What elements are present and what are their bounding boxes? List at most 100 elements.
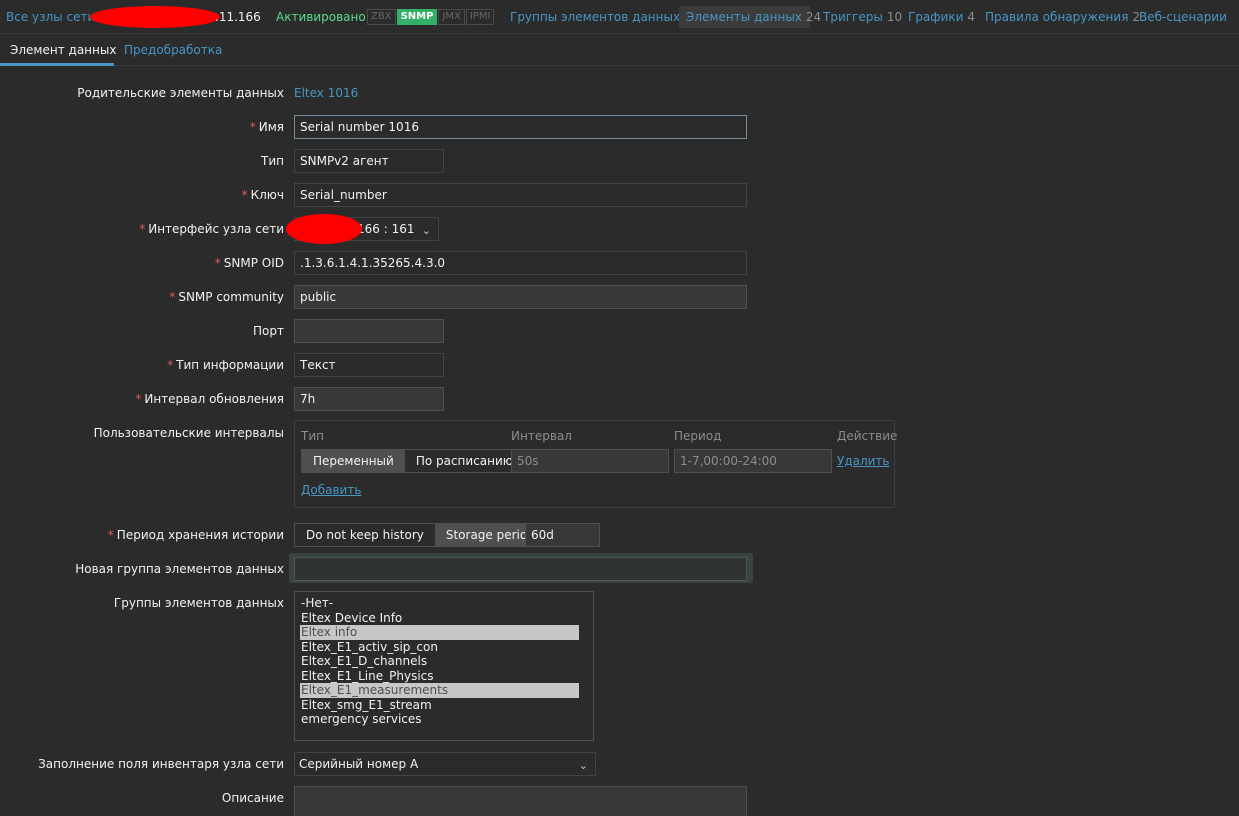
new-group-input[interactable] [294, 557, 747, 581]
all-hosts-link[interactable]: Все узлы сети [6, 10, 95, 24]
list-item[interactable]: Eltex_E1_Line_Physics [300, 669, 579, 684]
history-label-text: Период хранения истории [116, 528, 284, 542]
required-marker: * [167, 358, 174, 372]
col-type-header: Тип [301, 429, 324, 443]
tab-preprocessing[interactable]: Предобработка [124, 43, 222, 57]
flexible-option[interactable]: Переменный [302, 450, 405, 472]
snmp-community-input[interactable]: public [294, 285, 747, 309]
required-marker: * [139, 222, 146, 236]
custom-intervals-label: Пользовательские интервалы [93, 426, 284, 440]
custom-period-input[interactable]: 1-7,00:00-24:00 [674, 449, 832, 473]
nav-triggers-label: Триггеры [823, 10, 883, 24]
custom-interval-input[interactable]: 50s [511, 449, 669, 473]
redacted-interface-ip [286, 214, 362, 244]
snmp-community-label-text: SNMP community [178, 290, 284, 304]
required-marker: * [107, 528, 114, 542]
key-label: * Ключ [242, 188, 284, 202]
host-name-suffix[interactable]: .11.166 [215, 10, 261, 24]
tab-item[interactable]: Элемент данных [10, 43, 116, 57]
list-item[interactable]: Eltex Device Info [300, 611, 579, 626]
remove-interval-link[interactable]: Удалить [837, 454, 890, 468]
nav-items-count: 24 [805, 10, 822, 24]
ipmi-badge: IPMI [465, 9, 495, 25]
snmp-oid-label: * SNMP OID [215, 256, 284, 270]
info-type-label: * Тип информации [167, 358, 284, 372]
parent-item-link[interactable]: Eltex 1016 [294, 86, 358, 100]
inventory-label: Заполнение поля инвентаря узла сети [38, 757, 284, 771]
jmx-badge: JMX [438, 9, 465, 25]
name-label: * Имя [250, 120, 284, 134]
nav-web-scenarios[interactable]: Веб-сценарии [1139, 10, 1227, 24]
col-period-header: Период [674, 429, 722, 443]
interface-label-text: Интерфейс узла сети [148, 222, 284, 236]
name-label-text: Имя [258, 120, 284, 134]
nav-graphs-label: Графики [908, 10, 964, 24]
update-interval-input[interactable]: 7h [294, 387, 444, 411]
add-interval-link[interactable]: Добавить [301, 483, 361, 497]
required-marker: * [249, 120, 256, 134]
name-input[interactable]: Serial number 1016 [294, 115, 747, 139]
snmp-community-label: * SNMP community [169, 290, 284, 304]
groups-label: Группы элементов данных [113, 596, 284, 610]
form-tabs: Элемент данных Предобработка [0, 35, 1239, 66]
new-group-label: Новая группа элементов данных [75, 562, 284, 576]
interval-type-toggle: Переменный По расписанию [301, 449, 525, 473]
nav-discovery-label: Правила обнаружения [985, 10, 1129, 24]
redacted-host-name [90, 6, 220, 28]
list-item[interactable]: -Нет- [300, 596, 579, 611]
nav-app-groups[interactable]: Группы элементов данных8 [510, 10, 692, 24]
inventory-value: Серийный номер A [299, 757, 419, 771]
host-status: Активировано [276, 10, 366, 24]
required-marker: * [169, 290, 176, 304]
required-marker: * [135, 392, 142, 406]
nav-triggers-count: 10 [886, 10, 903, 24]
info-type-select[interactable]: Текст [294, 353, 444, 377]
port-input[interactable] [294, 319, 444, 343]
host-navigation: Все узлы сети .11.166 Активировано ZBX S… [0, 0, 1239, 34]
list-item[interactable]: Eltex_E1_activ_sip_con [300, 640, 579, 655]
list-item[interactable]: Eltex_E1_measurements [300, 683, 579, 698]
type-label: Тип [261, 154, 284, 168]
info-type-label-text: Тип информации [176, 358, 284, 372]
nav-items[interactable]: Элементы данных 24 [686, 10, 821, 24]
required-marker: * [241, 188, 248, 202]
list-item[interactable]: Eltex_smg_E1_stream [300, 698, 579, 713]
nav-discovery[interactable]: Правила обнаружения 2 [985, 10, 1140, 24]
nav-triggers[interactable]: Триггеры 10 [823, 10, 902, 24]
nav-graphs[interactable]: Графики 4 [908, 10, 975, 24]
list-item[interactable]: Eltex info [300, 625, 579, 640]
key-label-text: Ключ [250, 188, 284, 202]
col-interval-header: Интервал [511, 429, 572, 443]
description-label: Описание [221, 791, 284, 805]
interface-value: 166 : 161 [357, 222, 415, 236]
col-action-header: Действие [837, 429, 898, 443]
update-interval-label-text: Интервал обновления [144, 392, 284, 406]
snmp-oid-label-text: SNMP OID [223, 256, 284, 270]
zbx-badge: ZBX [367, 9, 396, 25]
nav-graphs-count: 4 [967, 10, 976, 24]
snmp-oid-input[interactable]: .1.3.6.1.4.1.35265.4.3.0 [294, 251, 747, 275]
list-item[interactable]: Eltex_E1_D_channels [300, 654, 579, 669]
chevron-down-icon: ⌄ [578, 759, 588, 772]
nav-items-label: Элементы данных [686, 10, 802, 24]
list-item[interactable]: emergency services [300, 712, 579, 727]
parent-items-label: Родительские элементы данных [77, 86, 284, 100]
custom-intervals-table: Тип Интервал Период Действие Переменный … [294, 420, 898, 508]
scheduling-option[interactable]: По расписанию [404, 450, 524, 472]
history-label: * Период хранения истории [108, 528, 284, 542]
type-select[interactable]: SNMPv2 агент [294, 149, 444, 173]
snmp-badge: SNMP [396, 9, 438, 25]
required-marker: * [214, 256, 221, 270]
history-period-input[interactable]: 60d [525, 523, 600, 547]
interface-label: * Интерфейс узла сети [139, 222, 284, 236]
chevron-down-icon: ⌄ [421, 224, 431, 237]
inventory-select[interactable]: Серийный номер A ⌄ [294, 752, 596, 776]
update-interval-label: * Интервал обновления [135, 392, 284, 406]
do-not-keep-option[interactable]: Do not keep history [295, 524, 435, 546]
availability-badges: ZBX SNMP JMX IPMI [367, 9, 495, 25]
nav-app-groups-label: Группы элементов данных [510, 10, 681, 24]
groups-listbox[interactable]: -Нет- Eltex Device Info Eltex info Eltex… [294, 591, 594, 741]
history-mode-toggle: Do not keep history Storage period [294, 523, 547, 547]
description-textarea[interactable] [294, 786, 747, 816]
key-input[interactable]: Serial_number [294, 183, 747, 207]
